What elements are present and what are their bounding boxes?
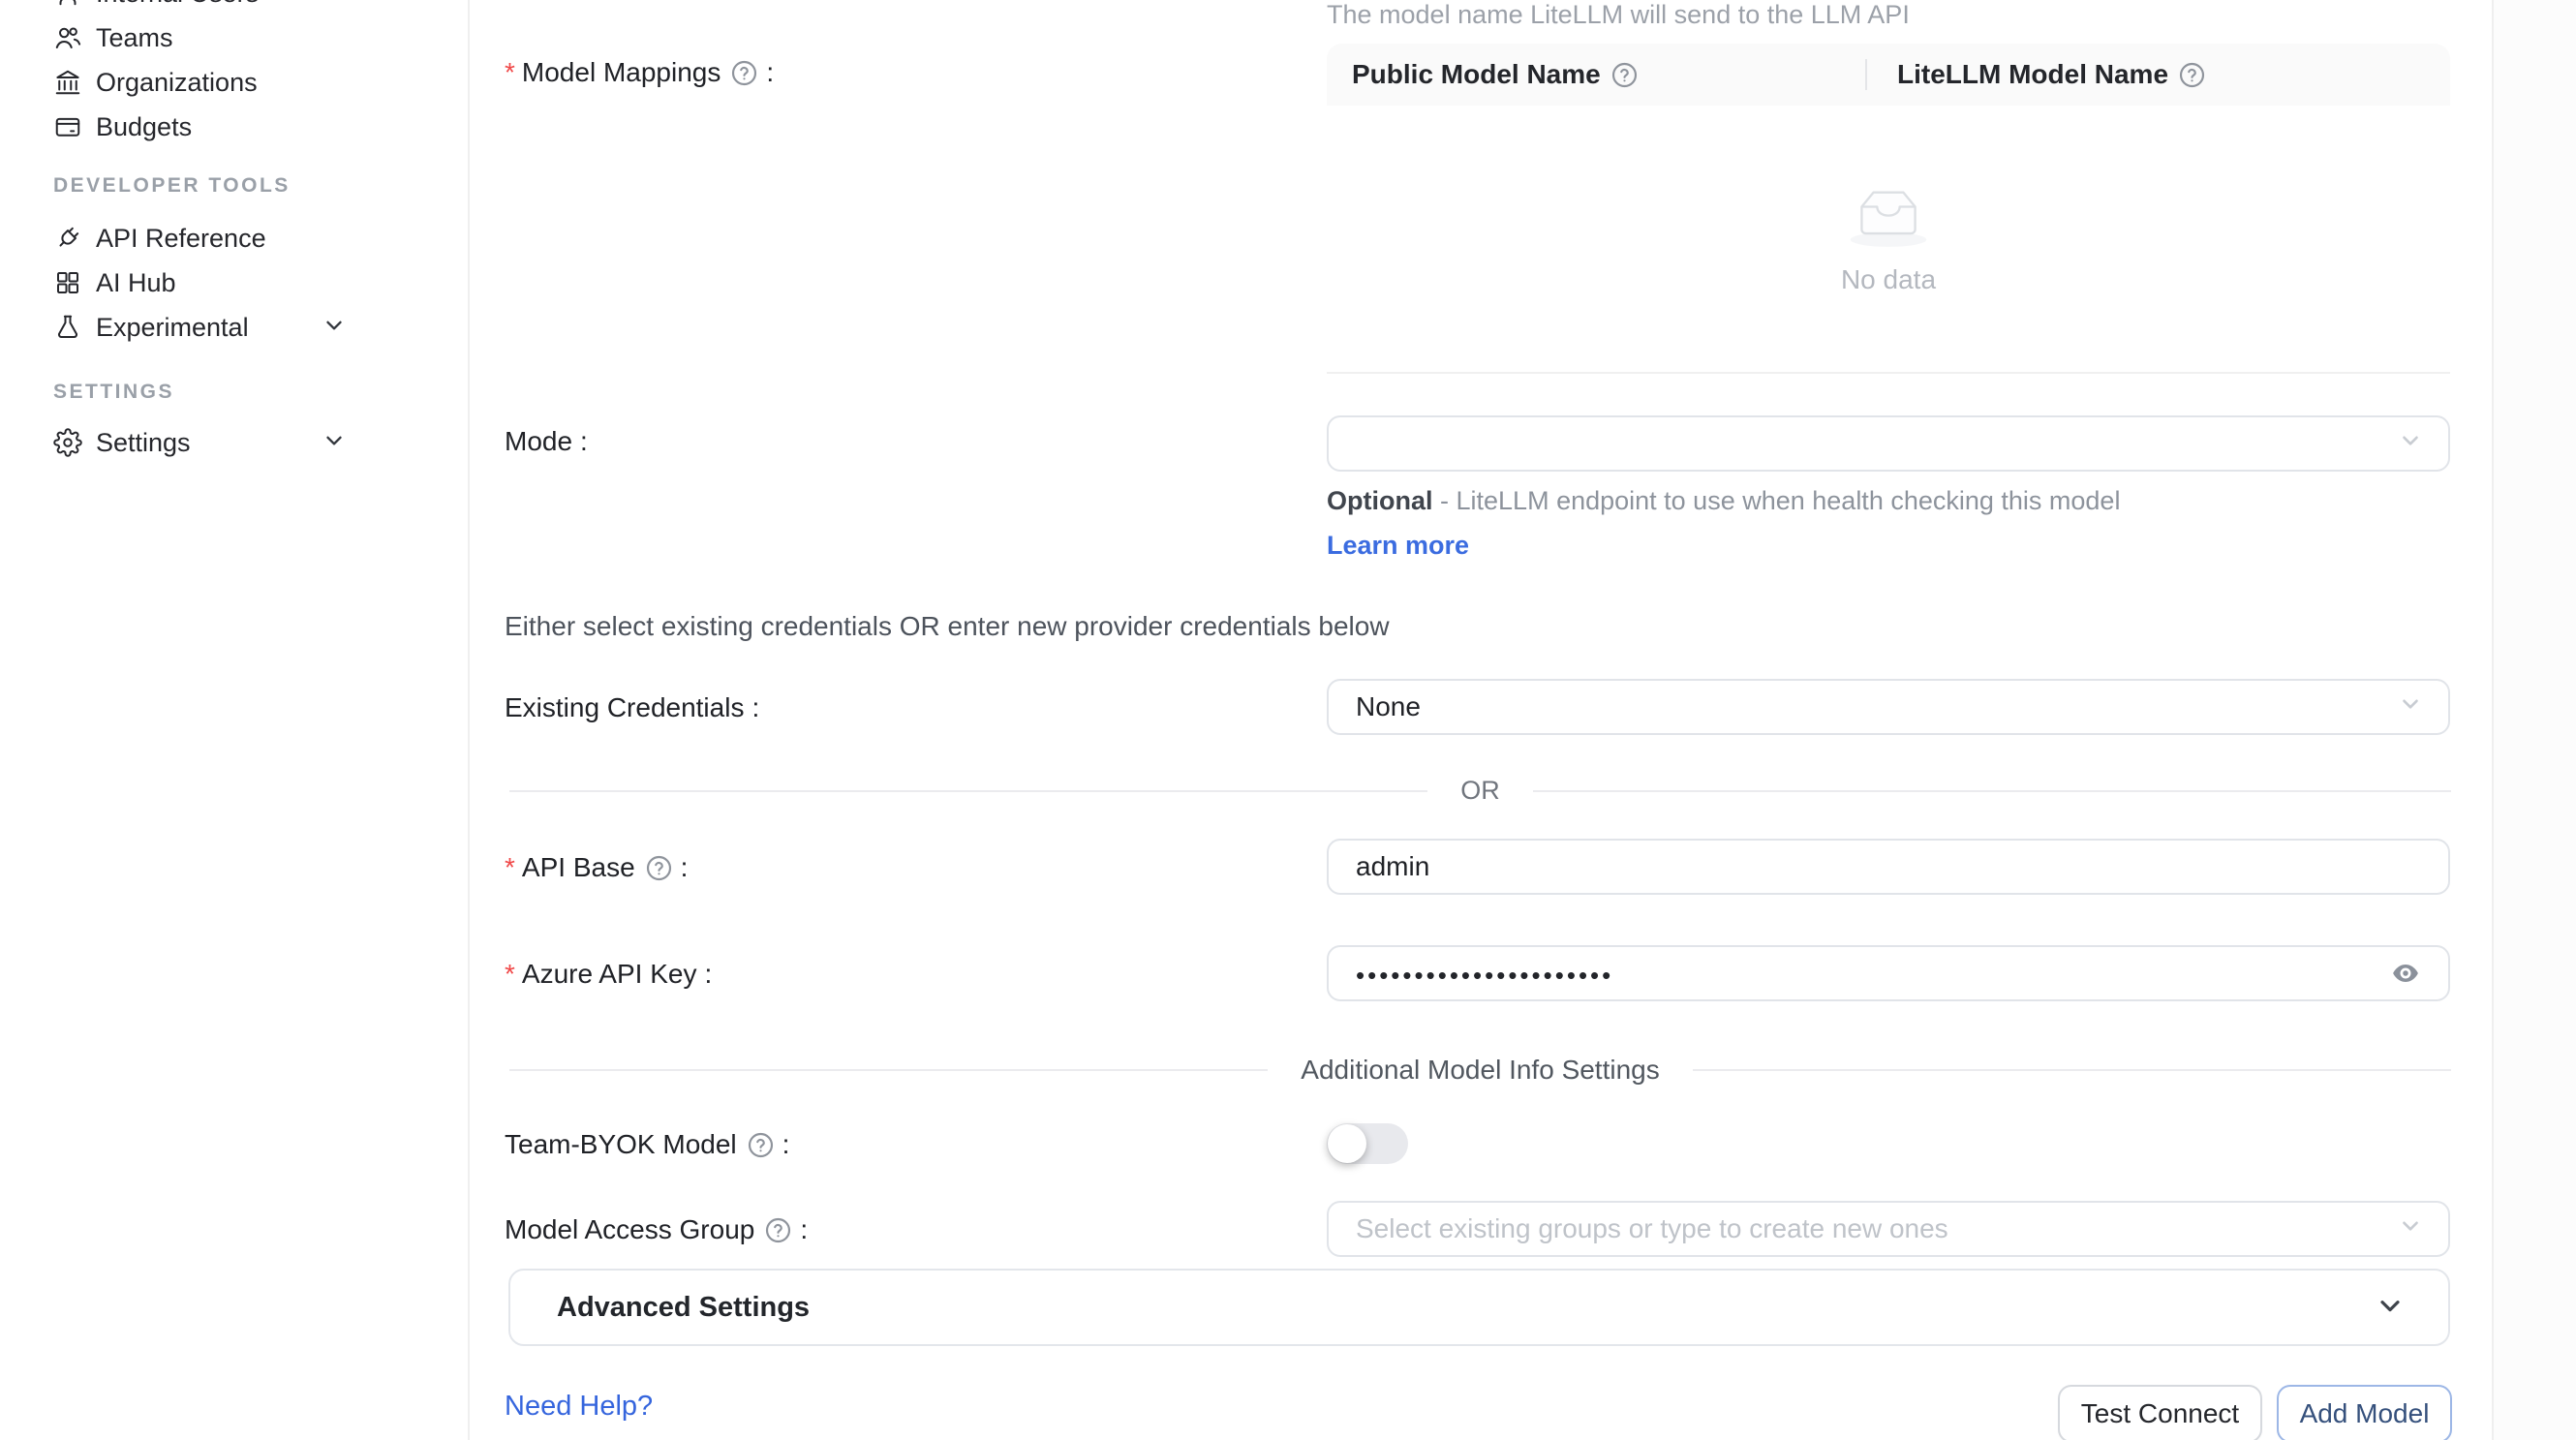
chevron-down-icon — [2398, 428, 2423, 460]
credentials-hint: Either select existing credentials OR en… — [505, 611, 1390, 642]
advanced-settings-collapse[interactable]: Advanced Settings — [508, 1269, 2450, 1346]
add-model-button[interactable]: Add Model — [2277, 1385, 2452, 1440]
sidebar-item-label: Teams — [96, 23, 173, 53]
sidebar-item-label: API Reference — [96, 224, 266, 254]
sidebar-item-api-reference[interactable]: API Reference — [0, 216, 468, 260]
no-data-label: No data — [1841, 264, 1936, 295]
required-marker: * — [505, 853, 515, 882]
team-byok-toggle[interactable] — [1327, 1123, 1408, 1164]
sidebar-item-teams[interactable]: Teams — [0, 15, 468, 60]
help-icon[interactable] — [764, 1216, 792, 1244]
chevron-down-icon — [322, 428, 347, 458]
azure-api-key-input[interactable]: •••••••••••••••••••••• — [1327, 945, 2450, 1001]
sidebar-item-label: Experimental — [96, 313, 249, 343]
chevron-down-icon — [2398, 1213, 2423, 1245]
existing-credentials-label: Existing Credentials : — [505, 693, 759, 722]
empty-inbox-icon — [1839, 181, 1938, 249]
sidebar-item-experimental[interactable]: Experimental — [0, 305, 468, 350]
column-litellm-model-name: LiteLLM Model Name — [1866, 59, 2450, 90]
column-divider — [1865, 59, 1867, 90]
sidebar-section-developer-tools: DEVELOPER TOOLS — [0, 172, 468, 199]
plug-icon — [53, 224, 82, 253]
team-byok-label: Team-BYOK Model : — [505, 1130, 789, 1159]
sidebar-section-settings: SETTINGS — [0, 379, 468, 406]
sidebar-item-label: Budgets — [96, 112, 192, 142]
sidebar: Internal Users Teams Organizations Budge… — [0, 0, 470, 1440]
learn-more-link[interactable]: Learn more — [1327, 531, 1469, 560]
azure-api-key-label: * Azure API Key : — [505, 960, 712, 989]
sidebar-item-settings[interactable]: Settings — [0, 420, 468, 465]
required-marker: * — [505, 960, 515, 989]
chevron-down-icon — [2375, 1290, 2406, 1326]
api-base-input[interactable]: admin — [1327, 839, 2450, 895]
model-access-group-label: Model Access Group : — [505, 1215, 808, 1244]
selected-value: None — [1356, 691, 1421, 722]
table-header: Public Model Name LiteLLM Model Name — [1327, 44, 2450, 106]
sidebar-item-budgets[interactable]: Budgets — [0, 105, 468, 149]
help-icon[interactable] — [645, 854, 673, 882]
gear-icon — [53, 428, 82, 457]
flask-icon — [53, 313, 82, 342]
model-mappings-table: Public Model Name LiteLLM Model Name — [1327, 44, 2450, 374]
table-empty-state: No data — [1327, 106, 2450, 374]
sidebar-item-internal-users[interactable]: Internal Users — [0, 0, 468, 15]
model-name-hint: The model name LiteLLM will send to the … — [1327, 0, 1910, 30]
add-model-page: Internal Users Teams Organizations Budge… — [0, 0, 2576, 1440]
sidebar-item-label: Settings — [96, 428, 191, 458]
chevron-down-icon — [322, 313, 347, 343]
grid-icon — [53, 268, 82, 297]
info-settings-divider: Additional Model Info Settings — [509, 1055, 2451, 1086]
eye-icon[interactable] — [2386, 958, 2425, 989]
sidebar-item-ai-hub[interactable]: AI Hub — [0, 260, 468, 305]
api-base-label: * API Base : — [505, 853, 688, 882]
bank-icon — [53, 68, 82, 97]
advanced-settings-title: Advanced Settings — [557, 1292, 2375, 1324]
existing-credentials-select[interactable]: None — [1327, 679, 2450, 735]
toggle-knob — [1328, 1124, 1366, 1163]
input-value: admin — [1356, 851, 1429, 882]
or-divider: OR — [509, 776, 2451, 806]
test-connect-button[interactable]: Test Connect — [2058, 1385, 2262, 1440]
users-icon — [53, 23, 82, 52]
help-icon[interactable] — [747, 1131, 775, 1159]
chevron-down-icon — [2398, 691, 2423, 723]
column-public-model-name: Public Model Name — [1327, 59, 1866, 90]
help-icon[interactable] — [1610, 61, 1639, 89]
add-model-form: The model name LiteLLM will send to the … — [470, 0, 2492, 1440]
user-icon — [53, 0, 82, 8]
help-icon[interactable] — [2178, 61, 2206, 89]
need-help-link[interactable]: Need Help? — [505, 1391, 653, 1423]
masked-value: •••••••••••••••••••••• — [1356, 961, 1613, 991]
sidebar-item-label: Internal Users — [96, 0, 259, 9]
help-icon[interactable] — [730, 59, 758, 87]
model-access-group-select[interactable]: Select existing groups or type to create… — [1327, 1201, 2450, 1257]
sidebar-item-organizations[interactable]: Organizations — [0, 60, 468, 105]
mode-help-text: Optional - LiteLLM endpoint to use when … — [1327, 478, 2140, 567]
page-background-strip — [2492, 0, 2576, 1440]
select-placeholder: Select existing groups or type to create… — [1356, 1213, 1948, 1244]
required-marker: * — [505, 58, 515, 87]
mode-label: Mode : — [505, 427, 588, 456]
sidebar-item-label: AI Hub — [96, 268, 176, 298]
mode-select[interactable] — [1327, 415, 2450, 472]
model-mappings-label: * Model Mappings : — [505, 58, 774, 87]
credit-card-icon — [53, 112, 82, 141]
sidebar-item-label: Organizations — [96, 68, 258, 98]
